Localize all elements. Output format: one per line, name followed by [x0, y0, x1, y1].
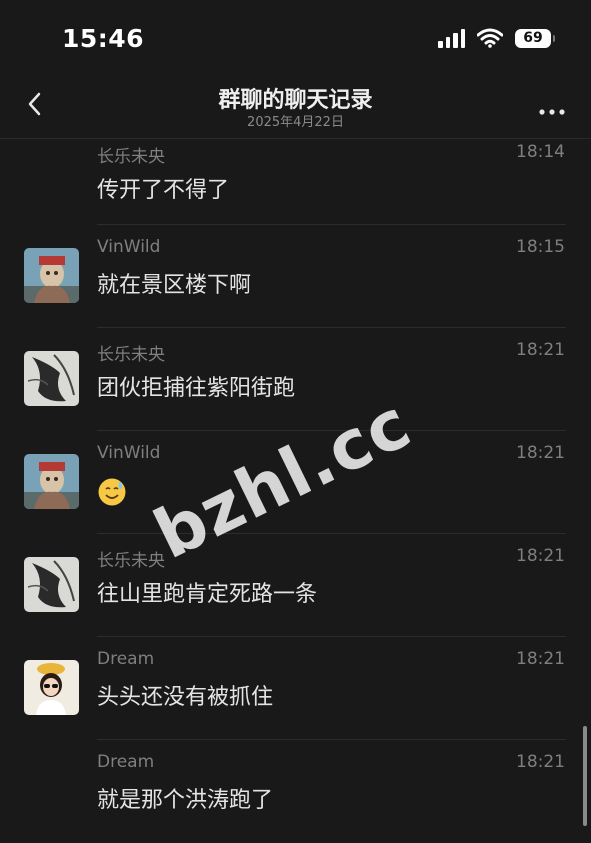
- status-bar: 15:46 69: [0, 0, 591, 80]
- message-item[interactable]: 长乐未央 18:14 传开了不得了: [0, 139, 591, 225]
- sender-name: 长乐未央: [97, 147, 165, 167]
- sender-name: VinWild: [97, 237, 161, 257]
- sender-name: 长乐未央: [97, 551, 165, 571]
- message-text: 传开了不得了: [97, 178, 230, 203]
- message-text: 往山里跑肯定死路一条: [97, 582, 318, 607]
- message-text: 团伙拒捕往紫阳街跑: [97, 376, 296, 401]
- message-time: 18:21: [516, 443, 565, 463]
- scrollbar[interactable]: [583, 726, 587, 826]
- sender-name: VinWild: [97, 443, 161, 463]
- message-item[interactable]: Dream 18:21 就是那个洪涛跑了: [0, 740, 591, 843]
- page-title: 群聊的聊天记录: [218, 88, 373, 113]
- page-subtitle-date: 2025年4月22日: [247, 115, 344, 130]
- message-item[interactable]: 长乐未央 18:21 往山里跑肯定死路一条: [0, 534, 591, 637]
- avatar-vinwild[interactable]: [24, 454, 79, 509]
- wifi-icon: [477, 28, 503, 48]
- status-icons: 69: [438, 28, 555, 48]
- sender-name: 长乐未央: [97, 345, 165, 365]
- message-item[interactable]: VinWild 18:15 就在景区楼下啊: [0, 225, 591, 328]
- sender-name: Dream: [97, 649, 155, 669]
- message-item[interactable]: 长乐未央 18:21 团伙拒捕往紫阳街跑: [0, 328, 591, 431]
- sender-name: Dream: [97, 752, 155, 772]
- message-time: 18:14: [516, 142, 565, 162]
- message-text: 头头还没有被抓住: [97, 685, 274, 710]
- cellular-signal-icon: [438, 28, 465, 48]
- message-item[interactable]: Dream 18:21 头头还没有被抓住: [0, 637, 591, 740]
- message-time: 18:21: [516, 546, 565, 566]
- sweat-smile-emoji-icon: [98, 478, 126, 506]
- message-text: 就在景区楼下啊: [97, 273, 252, 298]
- avatar-changle-weiyang[interactable]: [24, 557, 79, 612]
- message-time: 18:21: [516, 340, 565, 360]
- avatar-vinwild[interactable]: [24, 248, 79, 303]
- more-options-icon[interactable]: [533, 88, 573, 122]
- message-time: 18:21: [516, 752, 565, 772]
- avatar-dream[interactable]: [24, 660, 79, 715]
- message-time: 18:21: [516, 649, 565, 669]
- status-time: 15:46: [62, 24, 145, 53]
- battery-indicator: 69: [515, 28, 555, 48]
- navigation-bar: 群聊的聊天记录 2025年4月22日: [0, 80, 591, 139]
- avatar-changle-weiyang[interactable]: [24, 351, 79, 406]
- message-time: 18:15: [516, 237, 565, 257]
- message-text: 就是那个洪涛跑了: [97, 788, 274, 813]
